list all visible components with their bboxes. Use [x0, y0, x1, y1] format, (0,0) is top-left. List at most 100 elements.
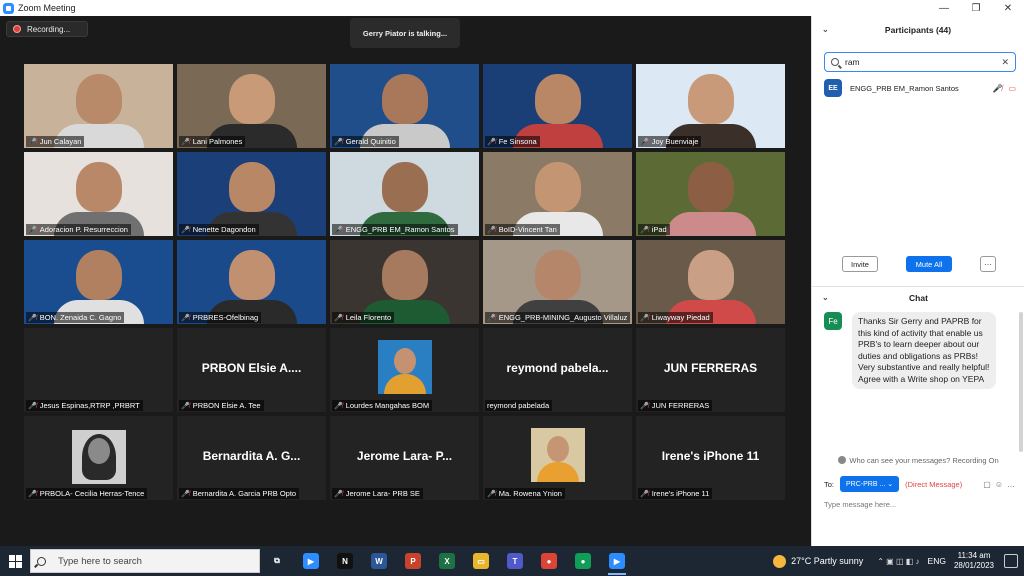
- participant-name-label: reymond pabelada: [485, 400, 553, 411]
- start-button[interactable]: [0, 546, 30, 576]
- chevron-down-icon[interactable]: ⌄: [822, 25, 829, 34]
- taskbar-app-task-view[interactable]: ⧉: [260, 546, 294, 576]
- avatar: EE: [824, 79, 842, 97]
- video-tile[interactable]: 🎤̸ Gerald Quinitio: [330, 64, 479, 148]
- mic-muted-icon: 🎤̸: [28, 314, 37, 322]
- video-tile[interactable]: JUN FERRERAS 🎤̸ JUN FERRERAS: [636, 328, 785, 412]
- taskbar-app-zoom[interactable]: ▶: [294, 546, 328, 576]
- chevron-down-icon[interactable]: ⌄: [822, 293, 829, 302]
- participant-name: PRBRES-Ofelbinag: [192, 313, 259, 322]
- zoom-app: Zoom Meeting — ❐ ✕ Recording... Gerry Pi…: [0, 0, 1024, 576]
- video-tile[interactable]: 🎤̸ BON. Zenaida C. Gagno: [24, 240, 173, 324]
- chat-input[interactable]: Type message here...: [824, 496, 1014, 512]
- taskbar-app-chrome[interactable]: ●: [532, 546, 566, 576]
- participant-face: [75, 162, 122, 212]
- participant-face: [228, 250, 275, 300]
- video-tile[interactable]: 🎤̸ Lourdes Mangahas BOM: [330, 328, 479, 412]
- participant-name: Bernardita A. Garcia PRB Opto: [192, 489, 297, 498]
- chrome-icon: ●: [541, 553, 557, 569]
- mic-muted-icon: 🎤̸: [992, 83, 1003, 93]
- participants-header: ⌄ Participants (44): [812, 16, 1024, 44]
- window-title: Zoom Meeting: [18, 3, 76, 13]
- video-tile[interactable]: Irene's iPhone 11 🎤̸ Irene's iPhone 11: [636, 416, 785, 500]
- sender-avatar: Fe: [824, 312, 842, 330]
- taskbar-search-input[interactable]: Type here to search: [30, 549, 260, 573]
- taskbar-app-word[interactable]: W: [362, 546, 396, 576]
- taskbar-app-file-explorer[interactable]: ▭: [464, 546, 498, 576]
- partly-sunny-icon: [773, 554, 787, 568]
- excel-icon: X: [439, 553, 455, 569]
- taskbar-app-chrome-profile[interactable]: ●: [566, 546, 600, 576]
- video-tile[interactable]: 🎤̸ PRBOLA- Cecilia Herras-Tence: [24, 416, 173, 500]
- video-tile[interactable]: 🎤̸ Joy Buenviaje: [636, 64, 785, 148]
- teams-icon: T: [507, 553, 523, 569]
- video-tile[interactable]: 🎤̸ Fe Sinsona: [483, 64, 632, 148]
- who-can-see-link[interactable]: Who can see your messages? Recording On: [812, 454, 1024, 466]
- video-tile[interactable]: 🎤̸ Lani Palmones: [177, 64, 326, 148]
- taskbar-app-excel[interactable]: X: [430, 546, 464, 576]
- more-options-button[interactable]: ···: [980, 256, 996, 272]
- taskbar-app-zoom-active[interactable]: ▶: [600, 546, 634, 576]
- direct-message-label: (Direct Message): [905, 479, 963, 489]
- participant-name: iPad: [651, 225, 667, 234]
- taskbar-app-netflix[interactable]: N: [328, 546, 362, 576]
- clear-icon[interactable]: ✕: [1001, 57, 1009, 68]
- mic-muted-icon: 🎤̸: [181, 138, 190, 146]
- participant-row[interactable]: EE ENGG_PRB EM_Ramon Santos 🎤̸ ▭: [824, 78, 1016, 98]
- video-tile[interactable]: 🎤̸ Leila Florento: [330, 240, 479, 324]
- clock[interactable]: 11:34 am 28/01/2023: [954, 551, 994, 571]
- powerpoint-icon: P: [405, 553, 421, 569]
- video-area: Recording... Gerry Piator is talking... …: [0, 16, 811, 546]
- video-tile[interactable]: 🎤̸ Jun Calayan: [24, 64, 173, 148]
- participants-title: Participants (44): [884, 25, 952, 35]
- notification-icon[interactable]: [1004, 554, 1018, 568]
- recording-indicator[interactable]: Recording...: [6, 21, 88, 37]
- file-emoji-more-icons[interactable]: ▢☺…: [983, 480, 1019, 489]
- video-tile[interactable]: reymond pabela... reymond pabelada: [483, 328, 632, 412]
- weather-widget[interactable]: 27°C Partly sunny: [773, 554, 863, 568]
- chat-scrollbar[interactable]: [1019, 312, 1023, 452]
- tile-display-name: Irene's iPhone 11: [661, 449, 760, 463]
- participant-name-label: 🎤̸ JUN FERRERAS: [638, 400, 713, 411]
- video-tile[interactable]: 🎤̸ Liwayway Piedad: [636, 240, 785, 324]
- participant-face: [534, 250, 581, 300]
- record-icon: [13, 25, 21, 33]
- video-tile[interactable]: 🎤̸ PRBRES-Ofelbinag: [177, 240, 326, 324]
- video-tile[interactable]: 🎤̸ Ma. Rowena Ynion: [483, 416, 632, 500]
- participant-name: Jun Calayan: [39, 137, 82, 146]
- recipient-row: To: PRC-PRB ... ⌄ (Direct Message) ▢☺…: [824, 476, 1019, 492]
- video-tile[interactable]: 🎤̸ ENGG_PRB-MINING_Augusto Villaluz: [483, 240, 632, 324]
- video-tile[interactable]: 🎤̸ Nenette Dagondon: [177, 152, 326, 236]
- invite-button[interactable]: Invite: [842, 256, 878, 272]
- video-tile[interactable]: 🎤̸ Adoracion P. Resurreccion: [24, 152, 173, 236]
- to-label: To:: [824, 479, 835, 489]
- video-tile[interactable]: PRBON Elsie A.... 🎤̸ PRBON Elsie A. Tee: [177, 328, 326, 412]
- video-tile[interactable]: 🎤̸ Jesus Espinas,RTRP ,PRBRT: [24, 328, 173, 412]
- participant-name-label: 🎤̸ Lourdes Mangahas BOM: [332, 400, 433, 411]
- video-tile[interactable]: Jerome Lara- P... 🎤̸ Jerome Lara- PRB SE: [330, 416, 479, 500]
- participant-name-label: 🎤̸ iPad: [638, 224, 670, 235]
- close-button[interactable]: ✕: [992, 3, 1024, 14]
- people-icon: [838, 456, 847, 464]
- participant-name: Ma. Rowena Ynion: [498, 489, 562, 498]
- video-tile[interactable]: 🎤̸ ENGG_PRB EM_Ramon Santos: [330, 152, 479, 236]
- mic-muted-icon: 🎤̸: [487, 226, 496, 234]
- participant-name: ENGG_PRB EM_Ramon Santos: [345, 225, 455, 234]
- mute-all-button[interactable]: Mute All: [906, 256, 952, 272]
- video-tile[interactable]: 🎤̸ iPad: [636, 152, 785, 236]
- participant-search-input[interactable]: ram ✕: [824, 52, 1016, 72]
- restore-button[interactable]: ❐: [960, 3, 992, 14]
- taskbar-app-teams[interactable]: T: [498, 546, 532, 576]
- video-tile[interactable]: Bernardita A. G... 🎤̸ Bernardita A. Garcia…: [177, 416, 326, 500]
- language-indicator[interactable]: ENG: [928, 556, 946, 566]
- recipient-select[interactable]: PRC-PRB ... ⌄: [840, 476, 900, 492]
- tray-icons[interactable]: ⌃ ▣ ◫ ◧ ♪: [877, 557, 919, 566]
- taskbar-app-powerpoint[interactable]: P: [396, 546, 430, 576]
- video-tile[interactable]: 🎤̸ BoID-Vincent Tan: [483, 152, 632, 236]
- minimize-button[interactable]: —: [928, 3, 960, 14]
- participant-face: [393, 348, 416, 374]
- participant-name: Jerome Lara- PRB SE: [345, 489, 420, 498]
- participant-face: [534, 74, 581, 124]
- participant-name-label: 🎤̸ Fe Sinsona: [485, 136, 540, 147]
- mic-muted-icon: 🎤̸: [181, 314, 190, 322]
